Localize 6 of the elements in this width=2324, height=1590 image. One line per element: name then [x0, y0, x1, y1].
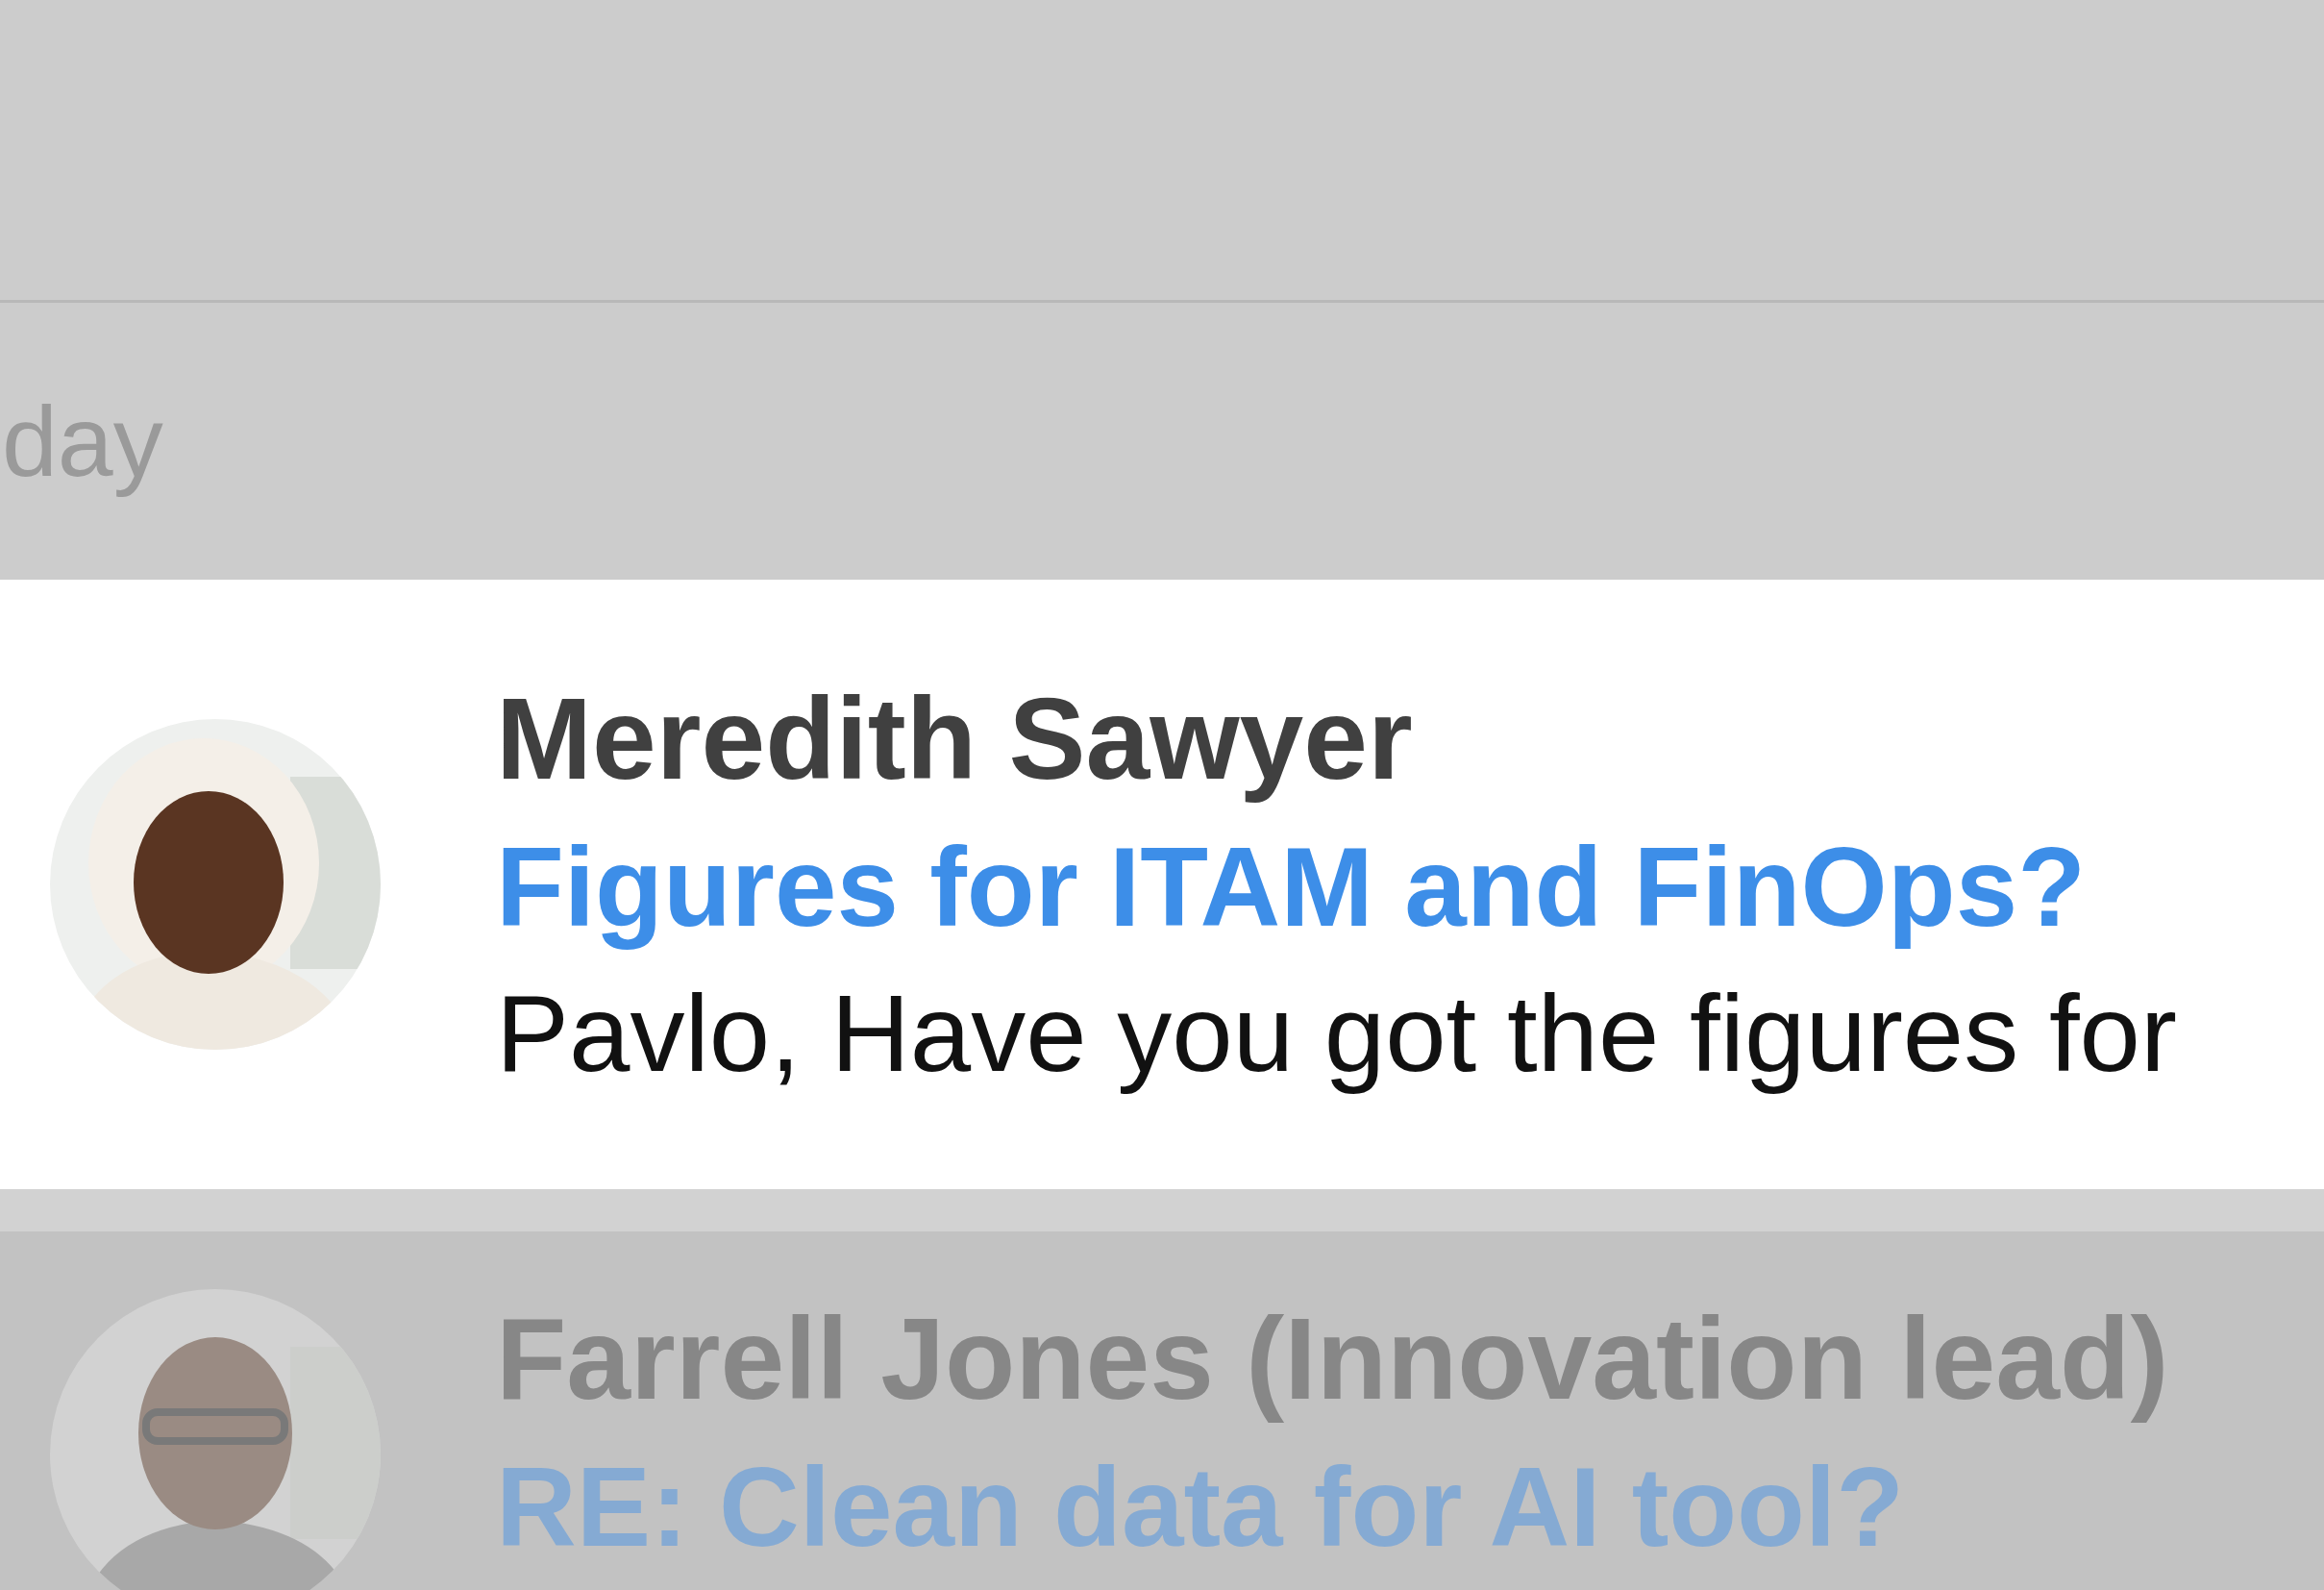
sender-name: Farrell Jones (Innovation lead)	[496, 1293, 2169, 1425]
email-subject: RE: Clean data for AI tool?	[496, 1444, 1906, 1572]
sender-name: Meredith Sawyer	[496, 673, 1414, 805]
email-preview: Pavlo, Have you got the figures for	[496, 971, 2177, 1097]
email-subject: Figures for ITAM and FinOps?	[496, 824, 2088, 952]
email-row[interactable]: Meredith Sawyer Figures for ITAM and FinOps? Pavlo, Have you got the figures for	[0, 580, 2324, 1189]
